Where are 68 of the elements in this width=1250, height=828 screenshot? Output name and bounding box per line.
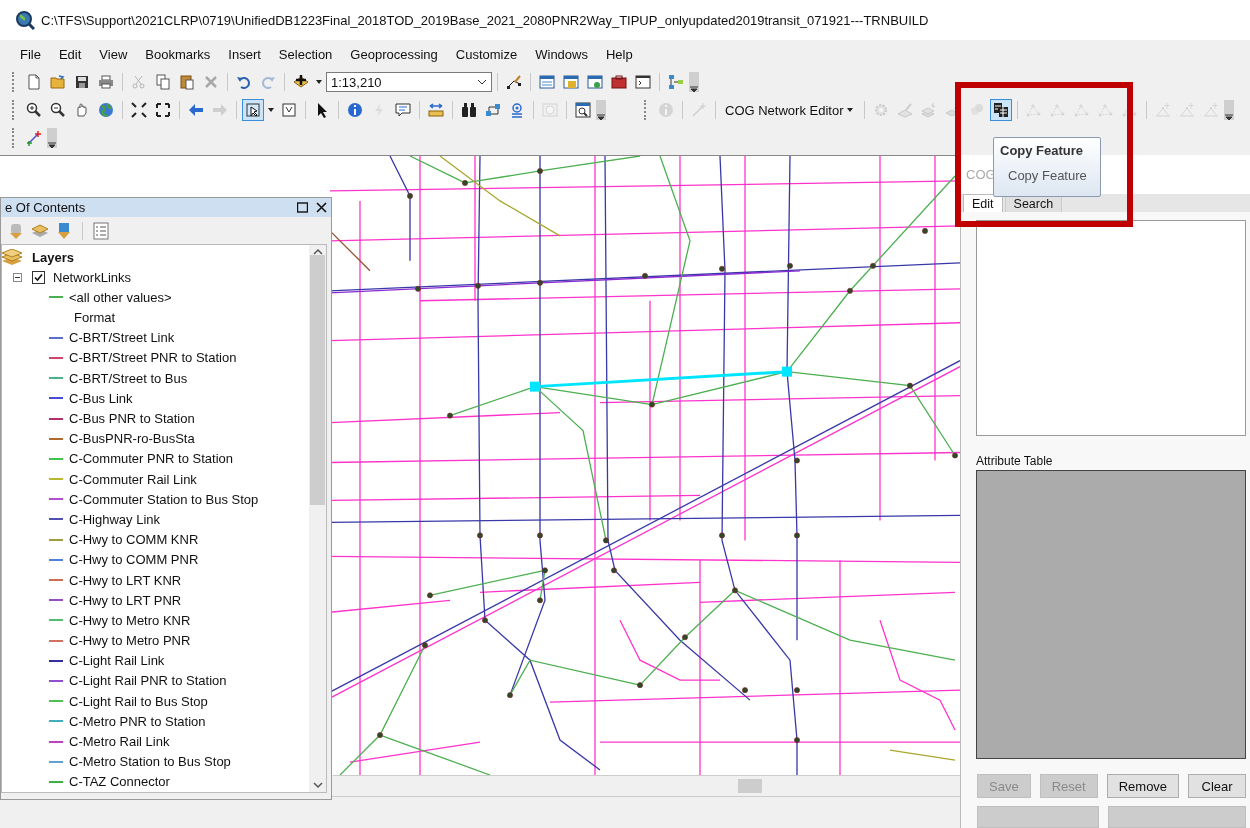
layers-label[interactable]: Layers [32, 249, 74, 265]
copy-feature-icon[interactable] [990, 99, 1013, 121]
globe-magnifier-icon [15, 10, 35, 30]
caret-icon [845, 106, 856, 114]
close-icon[interactable] [316, 202, 327, 214]
legend-label: C-Light Rail Link [69, 653, 165, 669]
action-button[interactable]: Clear [1188, 774, 1246, 798]
list-icon[interactable] [92, 221, 110, 240]
legend-label: C-BRT/Street Link [69, 330, 175, 346]
legend-label: C-Bus Link [69, 390, 133, 406]
menu-item[interactable]: Selection [269, 43, 342, 65]
caret-icon[interactable] [314, 78, 324, 86]
layer-checkbox[interactable] [32, 270, 45, 284]
legend-label: C-Bus PNR to Station [69, 411, 195, 427]
legend-label: C-Light Rail PNR to Station [69, 673, 227, 689]
menu-item[interactable]: Insert [219, 43, 270, 65]
legend-label: C-BRT/Street PNR to Station [69, 350, 237, 366]
window-title: C:\TFS\Support\2021CLRP\0719\UnifiedDB1223Final_2018TOD_2019Base_2021_2080PNR2Way_TIPUP_onlyupdated2019transit_071921---TRNBUILD [41, 12, 929, 28]
menu-item[interactable]: Edit [49, 43, 91, 65]
legend-label: C-Metro PNR to Station [69, 713, 206, 729]
legend-label: C-Hwy to Metro PNR [69, 633, 191, 649]
legend-label: C-Hwy to LRT KNR [69, 572, 182, 588]
legend-label: <all other values> [69, 289, 172, 305]
toolbar-overflow-icon[interactable] [47, 128, 57, 148]
scrollbar[interactable] [333, 775, 960, 796]
tooltip-title: Copy Feature [1000, 143, 1085, 158]
caret-icon[interactable] [266, 106, 276, 114]
menu-item[interactable]: View [90, 43, 137, 65]
legend-label: C-BusPNR-ro-BusSta [69, 431, 195, 447]
legend-label: C-TAZ Connector [69, 774, 170, 790]
legend-label: C-Hwy to LRT PNR [69, 592, 182, 608]
legend-label: C-Commuter PNR to Station [69, 451, 233, 467]
action-button[interactable]: Remove [1106, 774, 1180, 798]
layer-name[interactable]: NetworkLinks [53, 269, 132, 285]
legend-label: C-Commuter Station to Bus Stop [69, 491, 259, 507]
maximize-icon[interactable] [297, 202, 308, 214]
chevron-down-icon[interactable] [312, 782, 323, 789]
select-features-icon[interactable] [242, 99, 264, 121]
chevron-up-icon[interactable] [312, 247, 323, 255]
toolbar-overflow-icon[interactable] [1224, 100, 1235, 120]
window-title: e Of Contents [5, 200, 86, 216]
attribute-table-label: Attribute Table [976, 453, 1054, 468]
legend-label: C-BRT/Street to Bus [69, 370, 188, 386]
legend-label: C-Metro Station to Bus Stop [69, 754, 231, 770]
legend-label: C-Light Rail to Bus Stop [69, 693, 208, 709]
network-editor-menu[interactable]: COG Network Editor [721, 100, 860, 120]
menu-item[interactable]: Windows [526, 43, 597, 65]
legend-label: C-Hwy to Metro KNR [69, 612, 191, 628]
scale-field[interactable]: 1:13,210 [326, 72, 492, 92]
scrollbar[interactable] [309, 244, 326, 792]
legend-label: C-Commuter Rail Link [69, 471, 197, 487]
menu-item[interactable]: Help [596, 43, 642, 65]
toolbar-overflow-icon[interactable] [689, 72, 699, 92]
menu-item[interactable]: Geoprocessing [341, 43, 447, 65]
menu-item[interactable]: File [11, 43, 50, 65]
collapse-icon[interactable] [13, 272, 22, 282]
menu-item[interactable]: Bookmarks [136, 43, 220, 65]
legend-label: Format [74, 310, 116, 326]
legend-label: C-Metro Rail Link [69, 734, 170, 750]
caret-icon [477, 78, 487, 86]
magnifier-window-icon[interactable] [572, 99, 594, 121]
legend-label: C-Highway Link [69, 511, 161, 527]
toolbar-overflow-icon[interactable] [596, 100, 606, 120]
menu-item[interactable]: Customize [446, 43, 527, 65]
legend-label: C-Hwy to COMM PNR [69, 552, 199, 568]
tooltip-text: Copy Feature [1008, 168, 1088, 183]
legend-label: C-Hwy to COMM KNR [69, 532, 199, 548]
source-icon[interactable] [55, 221, 73, 240]
